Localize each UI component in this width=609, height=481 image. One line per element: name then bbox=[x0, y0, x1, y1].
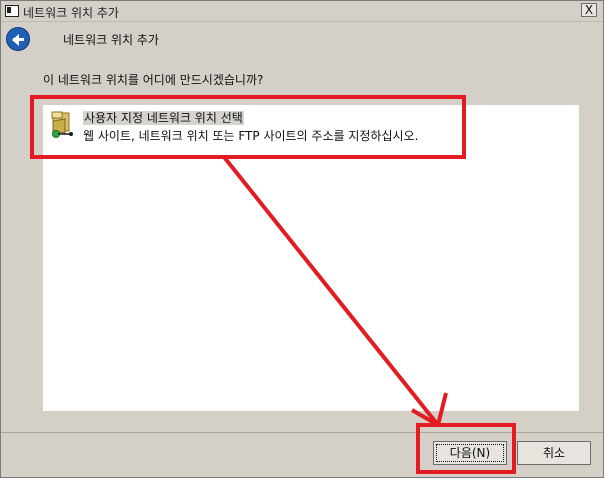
window-icon bbox=[5, 5, 19, 17]
question-heading: 이 네트워크 위치를 어디에 만드시겠습니까? bbox=[43, 73, 264, 87]
folder-network-icon bbox=[51, 111, 73, 138]
wizard-header: 네트워크 위치 추가 bbox=[1, 22, 603, 55]
location-list: 사용자 지정 네트워크 위치 선택 웹 사이트, 네트워크 위치 또는 FTP … bbox=[43, 105, 579, 411]
wizard-window: 네트워크 위치 추가 X 네트워크 위치 추가 이 네트워크 위치를 어디에 만… bbox=[0, 0, 604, 478]
list-item-custom-location[interactable]: 사용자 지정 네트워크 위치 선택 웹 사이트, 네트워크 위치 또는 FTP … bbox=[43, 109, 463, 145]
option-title: 사용자 지정 네트워크 위치 선택 bbox=[83, 111, 244, 125]
footer-divider bbox=[1, 432, 603, 433]
window-title: 네트워크 위치 추가 bbox=[23, 6, 119, 20]
next-button[interactable]: 다음(N) bbox=[433, 441, 507, 465]
page-title: 네트워크 위치 추가 bbox=[63, 33, 159, 47]
cancel-button[interactable]: 취소 bbox=[517, 441, 591, 465]
wizard-content: 이 네트워크 위치를 어디에 만드시겠습니까? 사용자 지정 네트워크 위치 선… bbox=[23, 63, 583, 423]
back-arrow-icon[interactable] bbox=[6, 27, 30, 51]
title-bar: 네트워크 위치 추가 X bbox=[1, 1, 603, 22]
close-button[interactable]: X bbox=[581, 3, 597, 17]
option-description: 웹 사이트, 네트워크 위치 또는 FTP 사이트의 주소를 지정하십시오. bbox=[83, 129, 419, 143]
